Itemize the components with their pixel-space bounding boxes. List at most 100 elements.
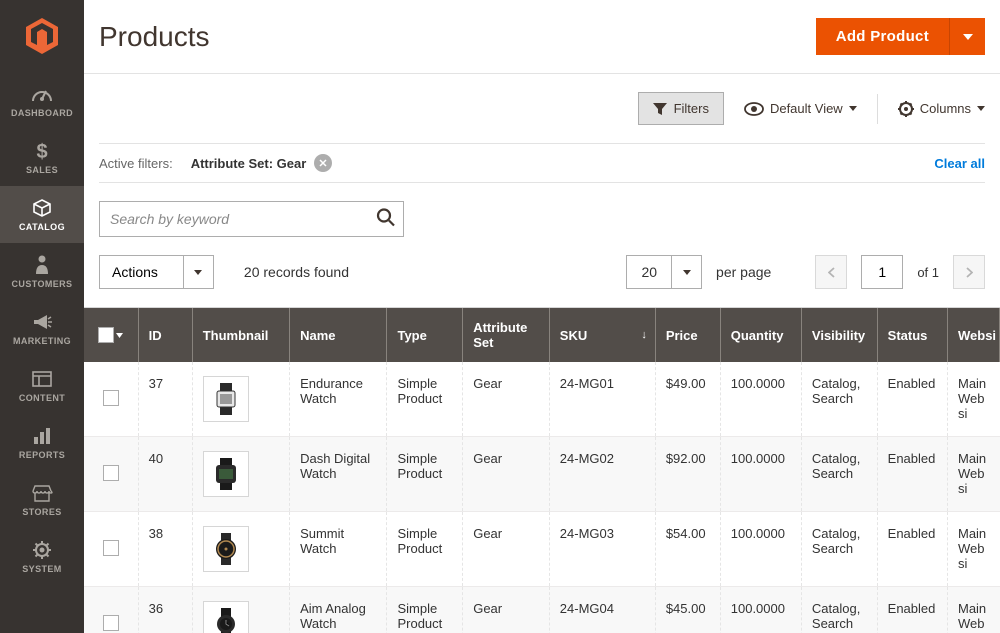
- filter-chip: Attribute Set: Gear: [191, 154, 333, 172]
- row-checkbox[interactable]: [103, 615, 119, 631]
- nav-catalog[interactable]: CATALOG: [0, 186, 84, 243]
- add-product-dropdown-toggle[interactable]: [949, 18, 985, 55]
- row-checkbox[interactable]: [103, 540, 119, 556]
- default-view-dropdown[interactable]: Default View: [744, 101, 857, 116]
- cell-quantity: 100.0000: [720, 437, 801, 512]
- layout-icon: [32, 368, 52, 390]
- prev-page-button[interactable]: [815, 255, 847, 289]
- actions-button[interactable]: Actions: [99, 255, 184, 289]
- chevron-down-icon: [116, 333, 123, 338]
- per-page-label: per page: [716, 264, 771, 280]
- chevron-left-icon: [828, 267, 835, 278]
- cell-thumbnail: [192, 587, 289, 633]
- row-checkbox[interactable]: [103, 465, 119, 481]
- cell-status: Enabled: [877, 362, 947, 437]
- next-page-button[interactable]: [953, 255, 985, 289]
- cell-website: Main Websi: [947, 512, 999, 587]
- nav-sales[interactable]: $SALES: [0, 129, 84, 186]
- column-header[interactable]: Quantity: [720, 308, 801, 362]
- filters-button[interactable]: Filters: [638, 92, 724, 125]
- cell-attribute-set: Gear: [463, 362, 550, 437]
- person-icon: [35, 254, 49, 276]
- nav-label: DASHBOARD: [11, 108, 73, 118]
- column-header[interactable]: ID: [138, 308, 192, 362]
- column-header[interactable]: Type: [387, 308, 463, 362]
- column-header[interactable]: Price: [655, 308, 720, 362]
- products-grid: IDThumbnailNameTypeAttribute SetSKU↓Pric…: [84, 308, 1000, 633]
- columns-dropdown[interactable]: Columns: [898, 101, 985, 117]
- column-header[interactable]: Thumbnail: [192, 308, 289, 362]
- add-product-button[interactable]: Add Product: [816, 18, 949, 55]
- active-filters-label: Active filters:: [99, 156, 173, 171]
- cell-status: Enabled: [877, 512, 947, 587]
- select-all-checkbox[interactable]: [94, 327, 128, 343]
- nav-system[interactable]: SYSTEM: [0, 528, 84, 585]
- per-page-toggle[interactable]: [672, 255, 702, 289]
- view-label: Default View: [770, 101, 843, 116]
- cell-type: Simple Product: [387, 587, 463, 633]
- thumbnail-image: [203, 526, 249, 572]
- page-of-label: of 1: [917, 265, 939, 280]
- search-button[interactable]: [376, 208, 396, 231]
- cell-id: 36: [138, 587, 192, 633]
- cell-quantity: 100.0000: [720, 587, 801, 633]
- actions-toggle[interactable]: [184, 255, 214, 289]
- cell-sku: 24-MG04: [549, 587, 655, 633]
- cell-type: Simple Product: [387, 437, 463, 512]
- separator: [877, 94, 878, 124]
- clear-all-link[interactable]: Clear all: [934, 156, 985, 171]
- per-page-value: 20: [626, 255, 672, 289]
- column-header[interactable]: Attribute Set: [463, 308, 550, 362]
- nav-label: SYSTEM: [22, 564, 61, 574]
- nav-reports[interactable]: REPORTS: [0, 414, 84, 471]
- gauge-icon: [31, 83, 53, 105]
- nav-dashboard[interactable]: DASHBOARD: [0, 72, 84, 129]
- chevron-down-icon: [194, 270, 202, 275]
- nav-label: STORES: [22, 507, 61, 517]
- svg-text:$: $: [36, 141, 47, 162]
- nav-customers[interactable]: CUSTOMERS: [0, 243, 84, 300]
- nav-content[interactable]: CONTENT: [0, 357, 84, 414]
- nav-stores[interactable]: STORES: [0, 471, 84, 528]
- column-header[interactable]: Websi: [947, 308, 999, 362]
- cell-price: $92.00: [655, 437, 720, 512]
- table-row[interactable]: 36Aim Analog WatchSimple ProductGear24-M…: [84, 587, 1000, 633]
- table-row[interactable]: 37Endurance WatchSimple ProductGear24-MG…: [84, 362, 1000, 437]
- nav-marketing[interactable]: MARKETING: [0, 300, 84, 357]
- column-header[interactable]: Name: [290, 308, 387, 362]
- search-input[interactable]: [99, 201, 404, 237]
- cell-visibility: Catalog, Search: [801, 437, 877, 512]
- page-input[interactable]: [861, 255, 903, 289]
- chevron-down-icon: [963, 34, 973, 40]
- cell-attribute-set: Gear: [463, 437, 550, 512]
- cell-type: Simple Product: [387, 362, 463, 437]
- table-row[interactable]: 38Summit WatchSimple ProductGear24-MG03$…: [84, 512, 1000, 587]
- nav-label: CONTENT: [19, 393, 65, 403]
- remove-filter-button[interactable]: [314, 154, 332, 172]
- cell-id: 37: [138, 362, 192, 437]
- column-header[interactable]: SKU↓: [549, 308, 655, 362]
- filter-chip-text: Attribute Set: Gear: [191, 156, 307, 171]
- cell-thumbnail: [192, 362, 289, 437]
- cell-status: Enabled: [877, 437, 947, 512]
- column-header[interactable]: Visibility: [801, 308, 877, 362]
- cell-sku: 24-MG03: [549, 512, 655, 587]
- cell-id: 38: [138, 512, 192, 587]
- chevron-down-icon: [849, 106, 857, 111]
- page-header: Products Add Product: [84, 0, 1000, 74]
- cell-quantity: 100.0000: [720, 512, 801, 587]
- cell-visibility: Catalog, Search: [801, 587, 877, 633]
- chevron-down-icon: [977, 106, 985, 111]
- cell-sku: 24-MG02: [549, 437, 655, 512]
- cube-icon: [32, 197, 52, 219]
- bars-icon: [33, 425, 51, 447]
- cell-website: Main Websi: [947, 587, 999, 633]
- actions-dropdown[interactable]: Actions: [99, 255, 214, 289]
- table-row[interactable]: 40Dash Digital WatchSimple ProductGear24…: [84, 437, 1000, 512]
- per-page-dropdown[interactable]: 20: [626, 255, 702, 289]
- logo[interactable]: [0, 0, 84, 72]
- column-header[interactable]: Status: [877, 308, 947, 362]
- cell-type: Simple Product: [387, 512, 463, 587]
- sidebar: DASHBOARD $SALESCATALOGCUSTOMERSMARKETING…: [0, 0, 84, 633]
- row-checkbox[interactable]: [103, 390, 119, 406]
